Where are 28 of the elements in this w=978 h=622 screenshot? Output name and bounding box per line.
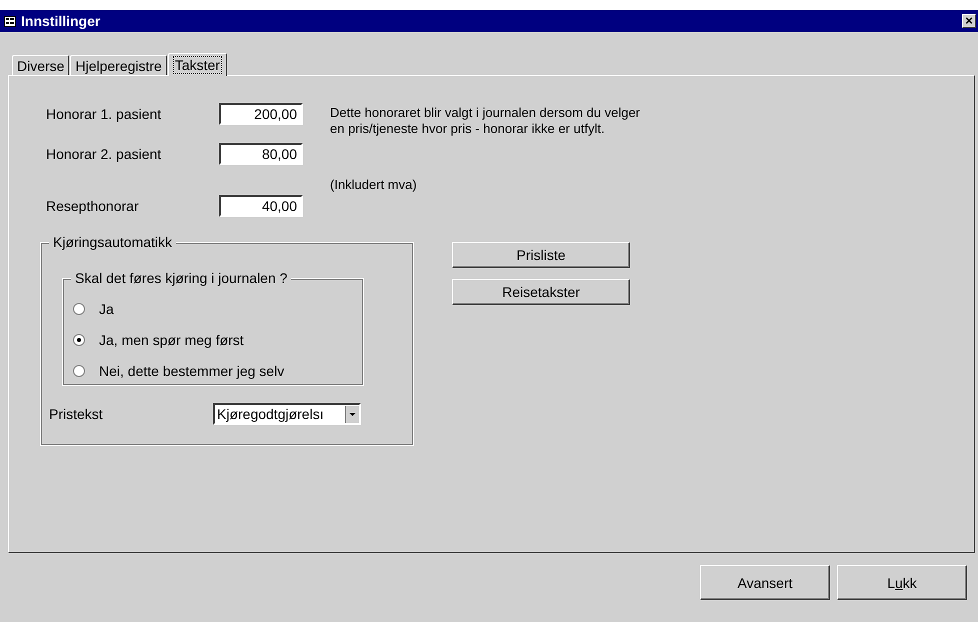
push-button[interactable]: Avansert	[700, 565, 830, 600]
vat-note: (Inkludert mva)	[330, 177, 418, 192]
field-label: Resepthonorar	[46, 198, 140, 214]
push-button[interactable]: Lukk	[837, 565, 967, 600]
window-title: Innstillinger	[21, 13, 102, 29]
radio-label: Nei, dette bestemmer jeg selv	[99, 362, 284, 378]
help-text: Dette honoraret blir valgt i journalen dersom du velger en pris/tjeneste hvor pris - honorar ikke er utfylt.	[330, 105, 640, 137]
group-title: Skal det føres kjøring i journalen ?	[71, 270, 292, 286]
dropdown[interactable]: Kjøregodtgjørelsı	[213, 403, 361, 425]
radio-label: Ja, men spør meg først	[99, 332, 244, 348]
input-field[interactable]: 200,00	[219, 103, 303, 125]
input-field[interactable]: 80,00	[219, 143, 303, 165]
radio-button[interactable]	[73, 364, 85, 376]
input-field[interactable]: 40,00	[219, 195, 303, 217]
field-label: Honorar 2. pasient	[46, 146, 162, 162]
radio-button[interactable]	[73, 302, 85, 314]
close-button[interactable]: ×	[962, 14, 976, 28]
tab[interactable]: Hjelperegistre	[70, 55, 167, 75]
radio-button[interactable]	[73, 334, 85, 346]
group-title: Kjøringsautomatikk	[49, 234, 176, 250]
push-button[interactable]: Reisetakster	[452, 279, 630, 305]
tab[interactable]: Diverse	[12, 55, 70, 75]
field-label: Honorar 1. pasient	[46, 106, 162, 122]
form-icon	[4, 16, 16, 26]
push-button[interactable]: Prisliste	[452, 242, 630, 268]
tab[interactable]: Takster	[168, 53, 227, 76]
field-label: Pristekst	[49, 406, 104, 422]
radio-label: Ja	[99, 300, 114, 316]
